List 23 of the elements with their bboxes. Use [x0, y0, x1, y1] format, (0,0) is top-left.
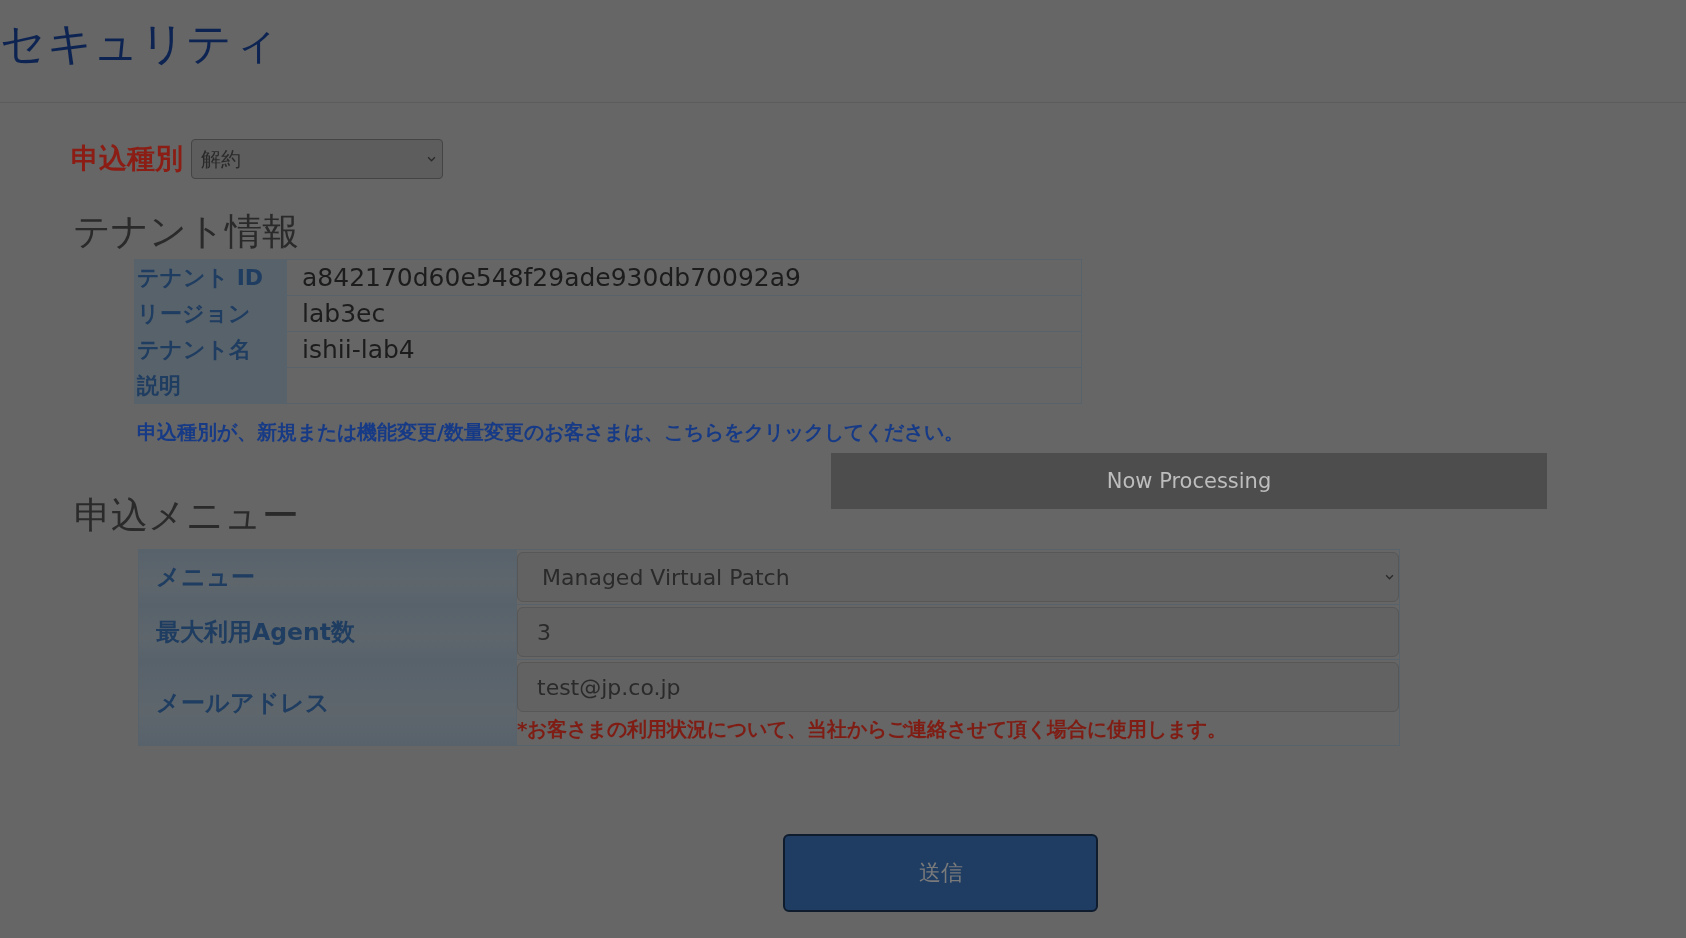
section-heading: テナント情報 [73, 209, 299, 255]
caret-icon [1385, 574, 1394, 580]
field-label: テナント名 [134, 331, 287, 368]
page-title: セキュリティ [0, 16, 279, 72]
processing-message: Now Processing [831, 453, 1547, 509]
field-label: メニュー [138, 549, 517, 605]
field-label: 説明 [134, 367, 287, 404]
table-cell: lab3ec [286, 295, 1082, 332]
field-label: テナント ID [134, 259, 287, 296]
change-request-link[interactable]: 申込種別が、新規または機能変更/数量変更のお客さまは、こちらをクリックしてください。 [137, 420, 965, 444]
table-cell: a842170d60e548f29ade930db70092a9 [286, 259, 1082, 296]
section-heading: 申込メニュー [74, 493, 299, 539]
field-label: メールアドレス [138, 659, 517, 746]
input-field[interactable]: test@jp.co.jp [517, 662, 1399, 712]
field-label: リージョン [134, 295, 287, 332]
input-field[interactable]: 3 [517, 607, 1399, 657]
submit-button[interactable]: 送信 [783, 834, 1098, 912]
menu-select[interactable]: Managed Virtual Patch [517, 552, 1399, 602]
caret-icon [427, 156, 436, 162]
application-type-label: 申込種別 [71, 141, 183, 177]
usage-note: *お客さまの利用状況について、当社からご連絡させて頂く場合に使用します。 [517, 716, 1229, 743]
table-cell: ishii-lab4 [286, 331, 1082, 368]
field-label: 最大利用Agent数 [138, 604, 517, 660]
